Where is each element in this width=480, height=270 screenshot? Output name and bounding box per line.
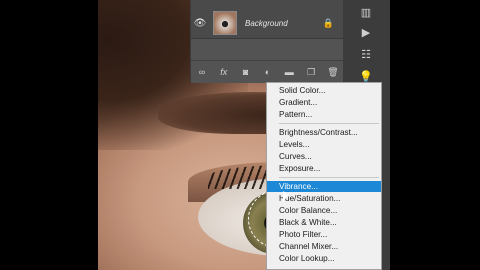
group-folder-icon[interactable]: ▬ bbox=[282, 67, 296, 77]
menu-item-black-white[interactable]: Black & White... bbox=[267, 217, 381, 228]
link-icon[interactable]: ∞ bbox=[195, 67, 209, 77]
menu-item-color-lookup[interactable]: Color Lookup... bbox=[267, 253, 381, 264]
menu-item-gradient[interactable]: Gradient... bbox=[267, 97, 381, 108]
menu-item-color-balance[interactable]: Color Balance... bbox=[267, 205, 381, 216]
letterbox-right bbox=[390, 0, 480, 270]
menu-item-pattern[interactable]: Pattern... bbox=[267, 109, 381, 120]
mouse-cursor bbox=[283, 191, 288, 203]
menu-item-exposure[interactable]: Exposure... bbox=[267, 163, 381, 174]
menu-item-curves[interactable]: Curves... bbox=[267, 151, 381, 162]
layer-name: Background bbox=[245, 18, 288, 28]
history-icon[interactable]: ▥ bbox=[357, 6, 375, 19]
layers-panel: 👁 Background 🔒 ∞ fx ◙ ◐ ▬ ❐ 🗑 bbox=[190, 0, 344, 83]
layers-toolbar: ∞ fx ◙ ◐ ▬ ❐ 🗑 bbox=[191, 60, 344, 83]
new-layer-icon[interactable]: ❐ bbox=[304, 67, 318, 78]
menu-item-brightness-contrast[interactable]: Brightness/Contrast... bbox=[267, 127, 381, 138]
layer-row-background[interactable]: 👁 Background 🔒 bbox=[191, 8, 344, 39]
mask-icon[interactable]: ◙ bbox=[239, 67, 253, 77]
menu-item-levels[interactable]: Levels... bbox=[267, 139, 381, 150]
lock-icon: 🔒 bbox=[322, 17, 334, 28]
adjustment-layer-icon[interactable]: ◐ bbox=[260, 67, 274, 77]
menu-item-solid-color[interactable]: Solid Color... bbox=[267, 85, 381, 96]
play-icon[interactable]: ▶ bbox=[357, 26, 375, 39]
properties-icon[interactable]: ☷ bbox=[357, 48, 375, 61]
adjustment-menu: Solid Color... Gradient... Pattern... Br… bbox=[266, 82, 382, 270]
menu-separator bbox=[279, 177, 379, 178]
letterbox-left bbox=[0, 0, 98, 270]
trash-icon[interactable]: 🗑 bbox=[326, 67, 340, 78]
menu-item-channel-mixer[interactable]: Channel Mixer... bbox=[267, 241, 381, 252]
menu-separator bbox=[279, 123, 379, 124]
visibility-eye-icon[interactable]: 👁 bbox=[191, 18, 209, 29]
layer-thumbnail bbox=[213, 11, 237, 35]
menu-item-photo-filter[interactable]: Photo Filter... bbox=[267, 229, 381, 240]
fx-icon[interactable]: fx bbox=[217, 67, 231, 77]
